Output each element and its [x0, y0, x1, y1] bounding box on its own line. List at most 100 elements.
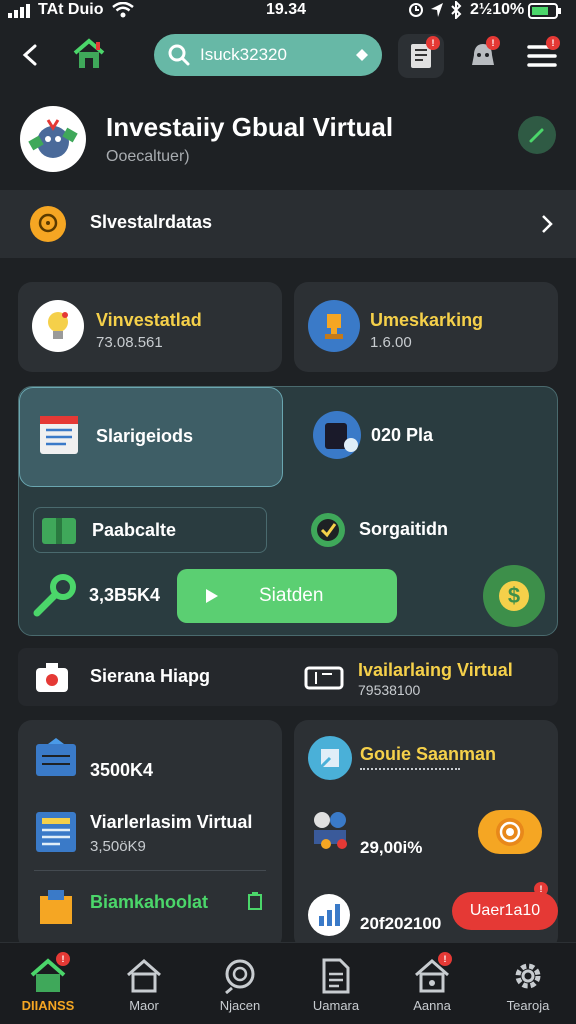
panel-item-label: Paabcalte: [92, 520, 177, 540]
panel-item-label: Slarigeiods: [96, 426, 194, 446]
mascot-icon: [28, 119, 78, 158]
lower-right-value-2: 20f202100: [360, 914, 442, 933]
battery-outline-icon: [248, 892, 262, 910]
lower-left-value-2: 3,50öK9: [90, 838, 146, 855]
nav-label: Uamara: [312, 998, 360, 1013]
home-icon: [73, 38, 105, 68]
summary-card-1[interactable]: Vinvestatlad 73.08.561: [18, 282, 282, 372]
carrier-label: TAt Duio: [38, 1, 104, 18]
nav-item-store[interactable]: Maor: [96, 950, 192, 1020]
nav-item-home[interactable]: ! DIIANSS: [0, 950, 96, 1020]
house-icon: [127, 959, 161, 993]
menu-button[interactable]: !: [520, 34, 564, 78]
chart-icon: [308, 894, 350, 936]
nav-item-docs[interactable]: Uamara: [288, 950, 384, 1020]
panel-item[interactable]: Paabcalte: [33, 507, 267, 553]
clock-time: 19.34: [266, 1, 307, 18]
lower-right-title: Gouie Saanman: [360, 744, 497, 764]
box-icon: [40, 890, 72, 924]
action-pill-button[interactable]: Uaer1a10 !: [452, 882, 558, 930]
documents-button[interactable]: !: [398, 34, 444, 78]
banner-row[interactable]: Slvestalrdatas: [0, 190, 576, 258]
action-panel: Slarigeiods 020 Pla Paabcalte Sorgaitidn…: [18, 386, 558, 636]
card-title: Umeskarking: [370, 310, 484, 330]
alerts-button[interactable]: !: [462, 34, 504, 78]
page-subtitle: Ooecaltuer): [106, 148, 190, 165]
alarm-icon: [408, 2, 424, 23]
gift-icon: [42, 518, 76, 544]
nav-label: Njacen: [219, 998, 261, 1013]
target-check-icon: [311, 513, 345, 547]
arrow-left-icon: [22, 44, 37, 66]
nav-label: Maor: [129, 998, 159, 1013]
ledger-icon: [40, 416, 78, 454]
wifi-icon: [112, 1, 134, 23]
nav-label: Aanna: [413, 998, 451, 1013]
nav-label: DIIANSS: [21, 998, 75, 1013]
summary-card-2[interactable]: Umeskarking 1.6.00: [294, 282, 558, 372]
money-button[interactable]: $: [483, 565, 545, 627]
report-icon: [36, 812, 76, 852]
edit-button[interactable]: [518, 116, 556, 154]
ticket-icon: [304, 666, 344, 690]
gear-icon: [515, 963, 541, 989]
row-right-title: Ivailarlaing Virtual: [358, 660, 513, 680]
card-title: Vinvestatlad: [96, 310, 202, 330]
nav-label: Tearoja: [506, 998, 550, 1013]
svg-text:$: $: [508, 583, 520, 608]
chevron-right-icon: [542, 215, 553, 233]
chat-icon: [30, 206, 66, 242]
lower-right-value: 29,00i%: [360, 838, 423, 857]
diamond-icon: [356, 49, 368, 61]
battery-percent: 2½10%: [470, 1, 525, 18]
battery-icon: [528, 3, 562, 24]
search-bar[interactable]: Isuck32320: [154, 34, 382, 76]
divider: [34, 870, 266, 871]
panel-item-selected[interactable]: Slarigeiods: [19, 387, 283, 487]
page-title: Investaiiy Gbual Virtual: [106, 112, 394, 142]
pencil-icon: [529, 128, 544, 143]
nav-item-lock[interactable]: ! Aanna: [384, 950, 480, 1020]
magnifier-icon: [225, 959, 255, 994]
panel-item[interactable]: Sorgaitidn: [301, 503, 551, 555]
row-left-label: Sierana Hiapg: [90, 666, 211, 686]
lower-left-value: 3500K4: [90, 760, 154, 780]
row-right-sub: 79538100: [358, 682, 421, 698]
lower-left-card: 3500K4 Viarlerlasim Virtual 3,50öK9 Biam…: [18, 720, 282, 950]
trophy-icon: [308, 300, 360, 352]
note-icon: [308, 736, 352, 780]
location-icon: [430, 2, 444, 23]
document-icon: [322, 958, 350, 994]
signal-icon: [8, 4, 34, 18]
search-input[interactable]: Isuck32320: [200, 45, 356, 65]
lower-left-green-label: Biamkahoolat: [90, 892, 209, 912]
cup-icon: [313, 411, 361, 459]
banner-label: Slvestalrdatas: [90, 212, 213, 232]
wallet-icon: [36, 738, 76, 776]
panel-item-label: Sorgaitidn: [359, 519, 448, 539]
start-button[interactable]: Siatden: [177, 569, 397, 623]
key-icon: [33, 574, 76, 617]
people-icon: [314, 812, 347, 849]
panel-value: 3,3B5K4: [89, 585, 161, 605]
card-value: 1.6.00: [370, 334, 412, 351]
search-icon: [168, 44, 190, 66]
spiral-coin-icon: [478, 810, 542, 854]
nav-item-search[interactable]: Njacen: [192, 950, 288, 1020]
info-row[interactable]: Sierana Hiapg Ivailarlaing Virtual 79538…: [18, 648, 558, 706]
status-bar: TAt Duio 19.34 2½10%: [0, 0, 576, 22]
nav-item-settings[interactable]: Tearoja: [480, 950, 576, 1020]
action-pill-label: Uaer1a10: [469, 902, 541, 919]
home-button[interactable]: [70, 36, 108, 72]
panel-item[interactable]: 020 Pla: [301, 387, 551, 487]
camera-icon: [36, 663, 68, 692]
dollar-icon: $: [499, 581, 529, 611]
profile-avatar[interactable]: [20, 106, 86, 172]
play-icon: [206, 589, 218, 603]
card-value: 73.08.561: [96, 334, 163, 351]
start-button-label: Siatden: [259, 585, 324, 606]
lightbulb-icon: [32, 300, 84, 352]
back-button[interactable]: [14, 38, 48, 72]
bluetooth-icon: [450, 0, 462, 24]
lower-left-title: Viarlerlasim Virtual: [90, 812, 253, 832]
